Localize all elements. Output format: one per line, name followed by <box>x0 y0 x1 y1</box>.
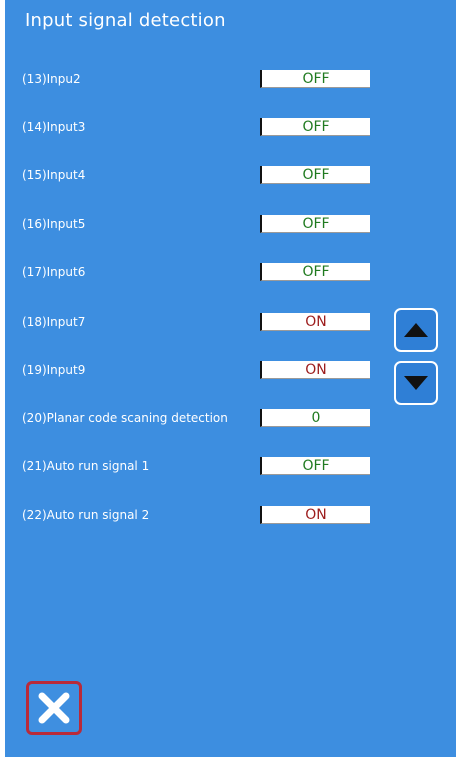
signal-value-field: ON <box>260 506 370 524</box>
close-button[interactable] <box>26 681 82 735</box>
signal-label: (21)Auto run signal 1 <box>22 459 150 473</box>
signal-value-field: ON <box>260 361 370 379</box>
signal-label: (20)Planar code scaning detection <box>22 411 228 425</box>
signal-value-field: OFF <box>260 457 370 475</box>
signal-label: (18)Input7 <box>22 315 86 329</box>
triangle-down-icon <box>404 376 428 390</box>
signal-value-field: 0 <box>260 409 370 427</box>
signal-label: (16)Input5 <box>22 217 86 231</box>
signal-value-field: OFF <box>260 118 370 136</box>
signal-row: (18)Input7 ON <box>5 313 385 335</box>
scroll-down-button[interactable] <box>394 361 438 405</box>
signal-row: (20)Planar code scaning detection 0 <box>5 409 385 431</box>
input-signal-screen: Input signal detection (13)Inpu2 OFF (14… <box>5 0 456 757</box>
signal-row: (19)Input9 ON <box>5 361 385 383</box>
signal-row: (21)Auto run signal 1 OFF <box>5 457 385 479</box>
signal-label: (17)Input6 <box>22 265 86 279</box>
signal-value-field: OFF <box>260 215 370 233</box>
scroll-up-button[interactable] <box>394 308 438 352</box>
triangle-up-icon <box>404 323 428 337</box>
signal-row: (14)Input3 OFF <box>5 118 385 140</box>
signal-value-field: OFF <box>260 263 370 281</box>
signal-label: (22)Auto run signal 2 <box>22 508 150 522</box>
signal-row: (13)Inpu2 OFF <box>5 70 385 92</box>
signal-row: (17)Input6 OFF <box>5 263 385 285</box>
close-x-icon <box>38 692 70 724</box>
signal-label: (19)Input9 <box>22 363 86 377</box>
page-title: Input signal detection <box>25 10 226 31</box>
signal-label: (14)Input3 <box>22 120 86 134</box>
signal-value-field: OFF <box>260 70 370 88</box>
signal-label: (15)Input4 <box>22 168 86 182</box>
signal-row: (22)Auto run signal 2 ON <box>5 506 385 528</box>
signal-value-field: OFF <box>260 166 370 184</box>
signal-label: (13)Inpu2 <box>22 72 81 86</box>
signal-value-field: ON <box>260 313 370 331</box>
signal-row: (15)Input4 OFF <box>5 166 385 188</box>
signal-row: (16)Input5 OFF <box>5 215 385 237</box>
